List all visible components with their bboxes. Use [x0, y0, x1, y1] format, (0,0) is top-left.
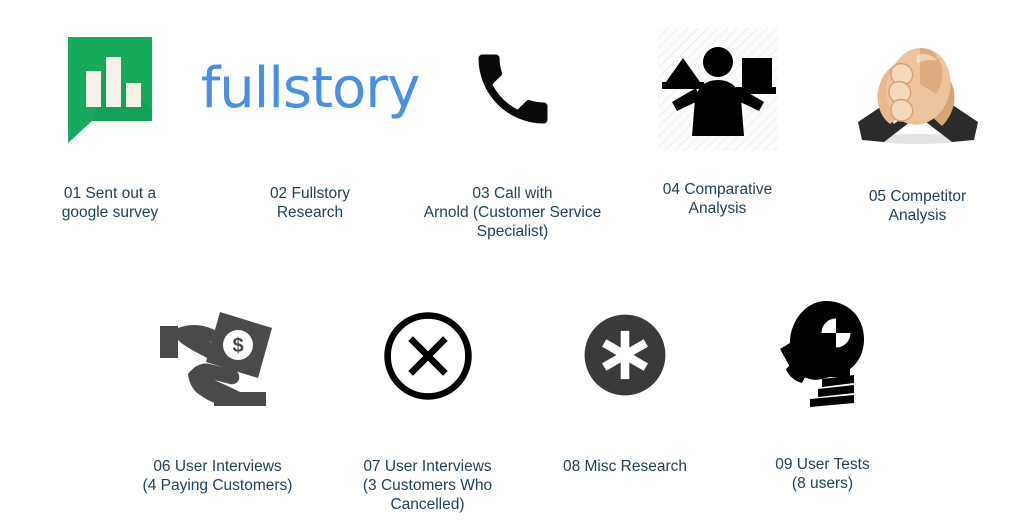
asterisk-circle-icon [584, 314, 666, 396]
research-item-02-caption: 02 Fullstory Research [269, 185, 351, 221]
comparative-analysis-icon-box [657, 26, 778, 153]
research-item-01-caption: 01 Sent out a google survey [61, 185, 159, 221]
phone-call-icon [478, 54, 547, 124]
money-exchange-hands-icon: $ [159, 312, 272, 406]
money-exchange-icon-box: $ [154, 296, 282, 416]
svg-text:$: $ [232, 335, 243, 357]
research-item-07-caption: 07 User Interviews (3 Customers Who Canc… [362, 458, 493, 513]
research-item-03-caption: 03 Call with Arnold (Customer Service Sp… [423, 185, 602, 240]
research-item-04-caption: 04 Comparative Analysis [662, 181, 773, 217]
research-methods-slide: 01 Sent out a google survey fullstory 02… [0, 0, 1020, 524]
circle-x-cancel-icon [383, 312, 472, 400]
crash-test-dummy-head-icon [779, 301, 864, 407]
fullstory-wordmark-logo: fullstory [200, 56, 421, 121]
arm-wrestling-handshake-icon [857, 48, 978, 144]
research-item-06[interactable]: $ 06 User Interviews (4 Paying Customers… [120, 296, 315, 495]
research-item-08-caption: 08 Misc Research [562, 458, 688, 475]
asterisk-circle-icon-box [582, 296, 668, 414]
research-item-06-caption: 06 User Interviews (4 Paying Customers) [142, 458, 293, 494]
research-item-08[interactable]: 08 Misc Research [540, 296, 710, 476]
circle-x-icon-box [381, 296, 475, 416]
google-surveys-icon-box [64, 34, 156, 144]
research-item-05[interactable]: 05 Competitor Analysis [820, 32, 1015, 225]
research-item-09[interactable]: 09 User Tests (8 users) [730, 294, 915, 493]
research-item-07[interactable]: 07 User Interviews (3 Customers Who Canc… [330, 296, 525, 514]
arm-wrestling-icon-box [854, 32, 982, 150]
research-item-05-caption: 05 Competitor Analysis [868, 188, 967, 224]
research-item-09-caption: 09 User Tests (8 users) [775, 456, 870, 492]
google-surveys-icon [68, 37, 152, 143]
research-item-03[interactable]: 03 Call with Arnold (Customer Service Sp… [410, 30, 615, 241]
fullstory-wordmark-logo-box: fullstory [200, 34, 421, 144]
research-item-02[interactable]: fullstory 02 Fullstory Research [201, 34, 421, 222]
research-item-01[interactable]: 01 Sent out a google survey [20, 34, 200, 222]
research-item-04[interactable]: 04 Comparative Analysis [625, 26, 810, 218]
crash-test-dummy-head-icon-box [776, 294, 870, 414]
phone-call-icon-box [467, 30, 559, 148]
comparative-analysis-person-icon [657, 28, 778, 151]
